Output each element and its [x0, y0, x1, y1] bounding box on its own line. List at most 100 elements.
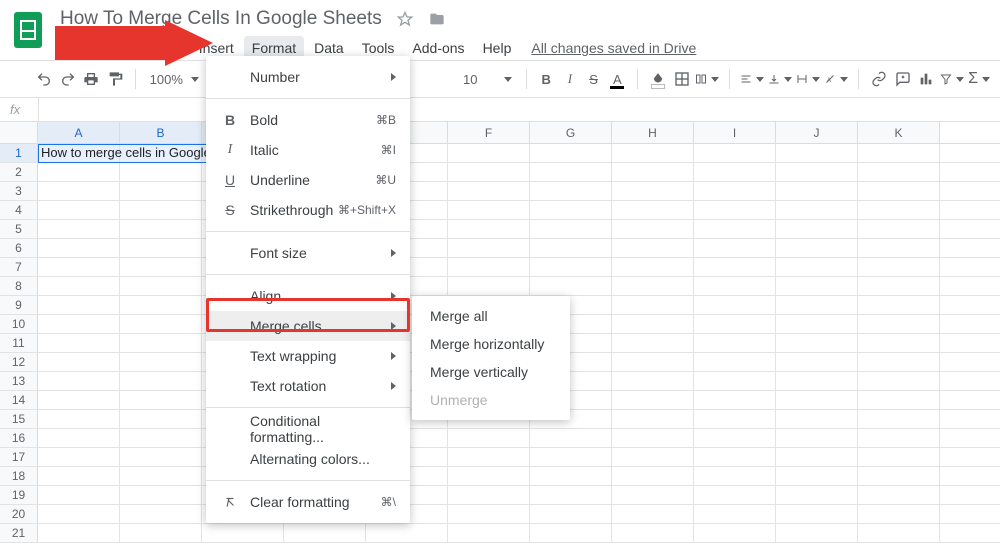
col-header[interactable]: F: [448, 122, 530, 143]
cell[interactable]: [776, 353, 858, 371]
functions-button[interactable]: Σ: [968, 67, 990, 91]
cell[interactable]: [38, 429, 120, 447]
cell[interactable]: [202, 524, 284, 542]
cell[interactable]: [448, 182, 530, 200]
cell[interactable]: [694, 391, 776, 409]
cell[interactable]: [776, 524, 858, 542]
cell[interactable]: [858, 429, 940, 447]
cell[interactable]: [694, 524, 776, 542]
cell[interactable]: [694, 258, 776, 276]
cell[interactable]: [38, 334, 120, 352]
borders-button[interactable]: [672, 67, 692, 91]
cell[interactable]: [120, 410, 202, 428]
cell[interactable]: [858, 296, 940, 314]
cell[interactable]: [448, 144, 530, 162]
merge-all[interactable]: Merge all: [412, 302, 570, 330]
cell[interactable]: [612, 505, 694, 523]
row-header[interactable]: 11: [0, 334, 38, 352]
cell[interactable]: [858, 391, 940, 409]
cell[interactable]: [448, 467, 530, 485]
cell[interactable]: [38, 315, 120, 333]
cell[interactable]: [530, 277, 612, 295]
row-header[interactable]: 9: [0, 296, 38, 314]
cell[interactable]: [776, 182, 858, 200]
cell[interactable]: [120, 372, 202, 390]
font-size-selector[interactable]: 10: [459, 72, 515, 87]
cell[interactable]: [38, 524, 120, 542]
cell[interactable]: [612, 448, 694, 466]
cell[interactable]: [530, 467, 612, 485]
cell[interactable]: [612, 144, 694, 162]
cell[interactable]: [694, 334, 776, 352]
cell[interactable]: [530, 163, 612, 181]
cell[interactable]: [120, 220, 202, 238]
cell[interactable]: [694, 372, 776, 390]
row-header[interactable]: 5: [0, 220, 38, 238]
cell[interactable]: [694, 353, 776, 371]
star-icon[interactable]: [396, 10, 414, 28]
cell[interactable]: [120, 239, 202, 257]
h-align-button[interactable]: [740, 67, 764, 91]
cell[interactable]: [448, 220, 530, 238]
cell[interactable]: [612, 334, 694, 352]
menu-italic[interactable]: IItalic⌘I: [206, 135, 410, 165]
row-header[interactable]: 7: [0, 258, 38, 276]
document-title[interactable]: How To Merge Cells In Google Sheets: [60, 8, 382, 30]
cell[interactable]: [776, 239, 858, 257]
cell[interactable]: [612, 391, 694, 409]
row-header[interactable]: 6: [0, 239, 38, 257]
cell[interactable]: [776, 296, 858, 314]
cell[interactable]: [776, 372, 858, 390]
cell[interactable]: [38, 391, 120, 409]
col-header[interactable]: J: [776, 122, 858, 143]
cell[interactable]: [448, 448, 530, 466]
menu-rotate[interactable]: Text rotation: [206, 371, 410, 401]
undo-button[interactable]: [34, 67, 54, 91]
cell[interactable]: [612, 372, 694, 390]
cell[interactable]: [366, 524, 448, 542]
v-align-button[interactable]: [768, 67, 792, 91]
cell[interactable]: [776, 258, 858, 276]
menu-addons[interactable]: Add-ons: [404, 36, 472, 60]
cell[interactable]: [694, 144, 776, 162]
cell[interactable]: [612, 410, 694, 428]
row-header[interactable]: 15: [0, 410, 38, 428]
cell[interactable]: [858, 220, 940, 238]
row-header[interactable]: 3: [0, 182, 38, 200]
cell[interactable]: [38, 448, 120, 466]
cell[interactable]: [612, 353, 694, 371]
menu-conditional[interactable]: Conditional formatting...: [206, 414, 410, 444]
cell[interactable]: [120, 163, 202, 181]
menu-strike[interactable]: SStrikethrough⌘+Shift+X: [206, 195, 410, 225]
cell[interactable]: [694, 220, 776, 238]
cell[interactable]: [776, 410, 858, 428]
cell[interactable]: [38, 201, 120, 219]
cell[interactable]: [776, 448, 858, 466]
menu-fontsize[interactable]: Font size: [206, 238, 410, 268]
cell[interactable]: [448, 486, 530, 504]
cell[interactable]: [120, 353, 202, 371]
cell[interactable]: [530, 448, 612, 466]
cell[interactable]: [38, 182, 120, 200]
print-button[interactable]: [81, 67, 101, 91]
col-header[interactable]: K: [858, 122, 940, 143]
row-header[interactable]: 17: [0, 448, 38, 466]
cell[interactable]: [120, 486, 202, 504]
merge-horizontally[interactable]: Merge horizontally: [412, 330, 570, 358]
row-header[interactable]: 8: [0, 277, 38, 295]
row-header[interactable]: 16: [0, 429, 38, 447]
cell[interactable]: [612, 524, 694, 542]
cell[interactable]: [858, 448, 940, 466]
cell[interactable]: [38, 296, 120, 314]
link-button[interactable]: [869, 67, 889, 91]
cell[interactable]: [284, 524, 366, 542]
cell[interactable]: [448, 505, 530, 523]
menu-number[interactable]: Number: [206, 62, 410, 92]
cell[interactable]: [694, 201, 776, 219]
row-header[interactable]: 14: [0, 391, 38, 409]
row-header[interactable]: 4: [0, 201, 38, 219]
cell[interactable]: [120, 334, 202, 352]
cell[interactable]: [694, 182, 776, 200]
cell[interactable]: [120, 296, 202, 314]
cell[interactable]: [120, 448, 202, 466]
